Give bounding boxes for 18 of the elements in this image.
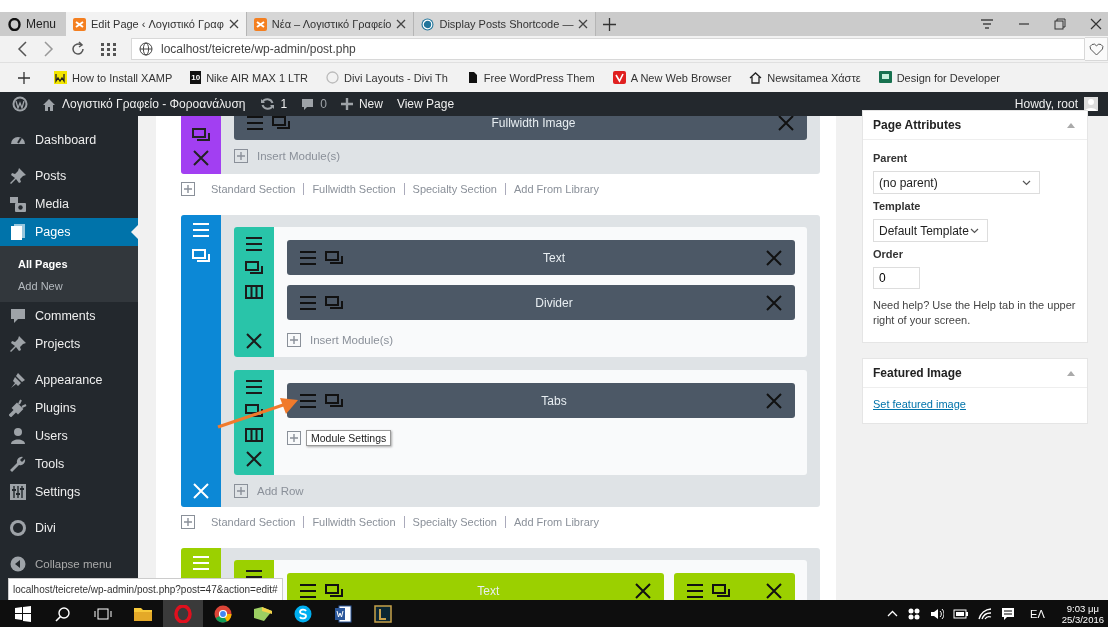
help-text: Need help? Use the Help tab in the upper right of your screen.: [873, 298, 1077, 328]
module-title: Text: [542, 250, 566, 265]
panel-title: Page Attributes: [873, 118, 962, 132]
panel-title: Featured Image: [873, 366, 962, 380]
module-title: Text: [476, 583, 501, 598]
tab-title: Edit Page ‹ Λογιστικό Γραφ: [91, 18, 224, 30]
tooltip: Module Settings: [306, 430, 392, 446]
module-title: Divider: [534, 295, 574, 310]
module-title: Tabs: [540, 393, 568, 408]
url-text: localhost/teicrete/wp-admin/post.php: [161, 42, 356, 56]
tab-title: Display Posts Shortcode —: [439, 18, 574, 30]
tab-title: Νέα – Λογιστικό Γραφείο: [271, 18, 392, 30]
bookmark-badge: 10: [190, 71, 202, 84]
status-url-tooltip: localhost/teicrete/wp-admin/post.php?post=47&action=edit#: [8, 578, 283, 600]
field-label: Parent: [873, 152, 909, 164]
field-label: Template: [873, 200, 922, 212]
field-label: Order: [873, 248, 904, 260]
module-title: Fullwidth Image: [490, 116, 577, 130]
